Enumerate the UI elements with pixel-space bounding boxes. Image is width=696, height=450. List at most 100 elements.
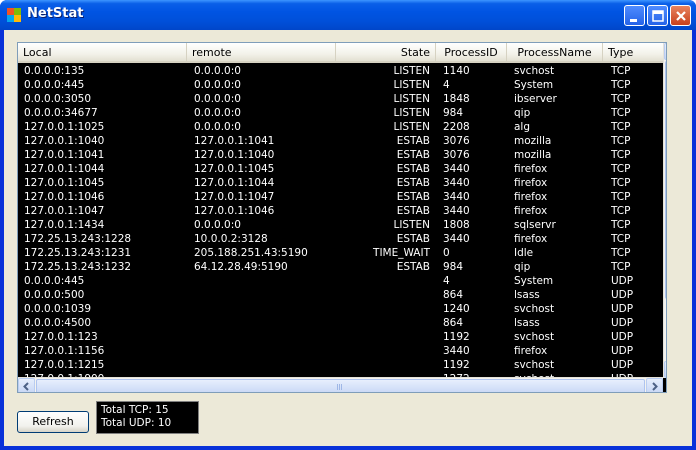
cell-processname: qip: [514, 261, 531, 273]
cell-local: 172.25.13.243:1231: [24, 247, 132, 259]
cell-processname: firefox: [514, 163, 548, 175]
table-row[interactable]: 127.0.0.1:1434 0.0.0.0:0 LISTEN 1808 sqlserv…: [18, 218, 666, 232]
column-header-remote[interactable]: remote: [187, 43, 336, 62]
cell-type: UDP: [611, 331, 634, 343]
minimize-button[interactable]: [624, 5, 645, 26]
cell-processid: 984: [443, 107, 464, 119]
table-row[interactable]: 0.0.0.0:445 0.0.0.0:0 LISTEN 4 System TCP: [18, 78, 666, 92]
cell-processid: 864: [443, 317, 464, 329]
chevron-down-icon: [665, 362, 667, 377]
cell-processid: 3440: [443, 191, 470, 203]
table-row[interactable]: 0.0.0.0:135 0.0.0.0:0 LISTEN 1140 svchost TCP: [18, 64, 666, 78]
maximize-button[interactable]: [647, 5, 668, 26]
chevron-up-icon: [665, 44, 667, 59]
cell-local: 0.0.0.0:135: [24, 65, 85, 77]
table-row[interactable]: 127.0.0.1:1045 127.0.0.1:1044 ESTAB 3440 fir…: [18, 176, 666, 190]
cell-processid: 3440: [443, 163, 470, 175]
table-row[interactable]: 0.0.0.0:1039 1240 svchost UDP: [18, 302, 666, 316]
column-header-type[interactable]: Type: [603, 43, 663, 62]
table-row[interactable]: 127.0.0.1:1215 1192 svchost UDP: [18, 358, 666, 372]
cell-processid: 1140: [443, 65, 470, 77]
horizontal-scroll-thumb[interactable]: [36, 379, 645, 392]
cell-state: TIME_WAIT: [373, 247, 430, 259]
cell-remote: [194, 344, 334, 358]
scroll-right-button[interactable]: [646, 378, 663, 392]
cell-processname: firefox: [514, 233, 548, 245]
cell-local: 127.0.0.1:1041: [24, 149, 105, 161]
table-row[interactable]: 172.25.13.243:1231 205.188.251.43:5190 TIM…: [18, 246, 666, 260]
table-row[interactable]: 127.0.0.1:1047 127.0.0.1:1046 ESTAB 3440 fir…: [18, 204, 666, 218]
cell-remote: 127.0.0.1:1041: [194, 135, 275, 147]
cell-state: ESTAB: [396, 233, 430, 245]
cell-type: TCP: [611, 261, 631, 273]
refresh-button[interactable]: Refresh: [17, 411, 89, 433]
cell-processid: 4: [443, 275, 450, 287]
table-row[interactable]: 127.0.0.1:1041 127.0.0.1:1040 ESTAB 3076 moz…: [18, 148, 666, 162]
table-row[interactable]: 127.0.0.1:1046 127.0.0.1:1047 ESTAB 3440 fir…: [18, 190, 666, 204]
cell-processname: ibserver: [514, 93, 557, 105]
table-row[interactable]: 0.0.0.0:3050 0.0.0.0:0 LISTEN 1848 ibserver T…: [18, 92, 666, 106]
cell-remote: 0.0.0.0:0: [194, 79, 241, 91]
cell-state: ESTAB: [396, 163, 430, 175]
table-row[interactable]: 127.0.0.1:1044 127.0.0.1:1045 ESTAB 3440 fir…: [18, 162, 666, 176]
column-header-processname[interactable]: ProcessName: [507, 43, 603, 62]
cell-type: UDP: [611, 359, 634, 371]
table-row[interactable]: 127.0.0.1:1040 127.0.0.1:1041 ESTAB 3076 moz…: [18, 134, 666, 148]
cell-local: 0.0.0.0:4500: [24, 317, 91, 329]
cell-processname: System: [514, 79, 554, 91]
cell-local: 0.0.0.0:34677: [24, 107, 98, 119]
cell-type: TCP: [611, 205, 631, 217]
scroll-down-button[interactable]: [664, 361, 667, 378]
cell-type: UDP: [611, 303, 634, 315]
scroll-left-button[interactable]: [18, 378, 35, 392]
vertical-scrollbar[interactable]: [663, 43, 667, 378]
cell-state: [336, 358, 430, 372]
cell-local: 0.0.0.0:500: [24, 289, 85, 301]
table-row[interactable]: 0.0.0.0:34677 0.0.0.0:0 LISTEN 984 qip TCP: [18, 106, 666, 120]
cell-state: ESTAB: [396, 177, 430, 189]
list-header: Local remote State ProcessID ProcessName…: [18, 43, 666, 63]
cell-remote: 64.12.28.49:5190: [194, 261, 288, 273]
table-row[interactable]: 0.0.0.0:4500 864 lsass UDP: [18, 316, 666, 330]
cell-local: 127.0.0.1:1025: [24, 121, 105, 133]
horizontal-scrollbar[interactable]: [18, 377, 663, 392]
table-row[interactable]: 0.0.0.0:445 4 System UDP: [18, 274, 666, 288]
table-row[interactable]: 127.0.0.1:1025 0.0.0.0:0 LISTEN 2208 alg TCP: [18, 120, 666, 134]
table-row[interactable]: 127.0.0.1:123 1192 svchost UDP: [18, 330, 666, 344]
cell-state: ESTAB: [396, 205, 430, 217]
table-row[interactable]: 172.25.13.243:1228 10.0.0.2:3128 ESTAB 3440…: [18, 232, 666, 246]
column-header-local[interactable]: Local: [18, 43, 187, 62]
chevron-left-icon: [23, 382, 29, 391]
column-header-processid[interactable]: ProcessID: [436, 43, 507, 62]
cell-state: ESTAB: [396, 149, 430, 161]
maximize-icon: [652, 10, 664, 22]
title-bar[interactable]: NetStat: [0, 0, 696, 30]
close-button[interactable]: [670, 5, 691, 26]
table-row[interactable]: 0.0.0.0:500 864 lsass UDP: [18, 288, 666, 302]
scroll-up-button[interactable]: [664, 43, 667, 60]
client-area: Local remote State ProcessID ProcessName…: [4, 30, 692, 446]
cell-local: 172.25.13.243:1228: [24, 233, 132, 245]
vertical-scroll-thumb[interactable]: [665, 61, 666, 299]
cell-processname: lsass: [514, 317, 540, 329]
cell-remote: 205.188.251.43:5190: [194, 247, 308, 259]
cell-local: 127.0.0.1:1156: [24, 345, 105, 357]
cell-processid: 3076: [443, 149, 470, 161]
cell-local: 127.0.0.1:1040: [24, 135, 105, 147]
table-row[interactable]: 172.25.13.243:1232 64.12.28.49:5190 ESTAB 9…: [18, 260, 666, 274]
netstat-window: NetStat Local remote State ProcessID Pro…: [0, 0, 696, 450]
connections-list[interactable]: Local remote State ProcessID ProcessName…: [17, 42, 667, 393]
cell-remote: [194, 274, 334, 288]
table-row[interactable]: 127.0.0.1:1156 3440 firefox UDP: [18, 344, 666, 358]
cell-type: UDP: [611, 345, 634, 357]
cell-processname: svchost: [514, 359, 555, 371]
cell-type: TCP: [611, 163, 631, 175]
cell-processid: 984: [443, 261, 464, 273]
cell-local: 0.0.0.0:3050: [24, 93, 91, 105]
cell-processname: firefox: [514, 191, 548, 203]
cell-type: TCP: [611, 177, 631, 189]
cell-processname: firefox: [514, 205, 548, 217]
cell-processname: Idle: [514, 247, 534, 259]
cell-remote: 0.0.0.0:0: [194, 93, 241, 105]
column-header-state[interactable]: State: [336, 43, 436, 62]
